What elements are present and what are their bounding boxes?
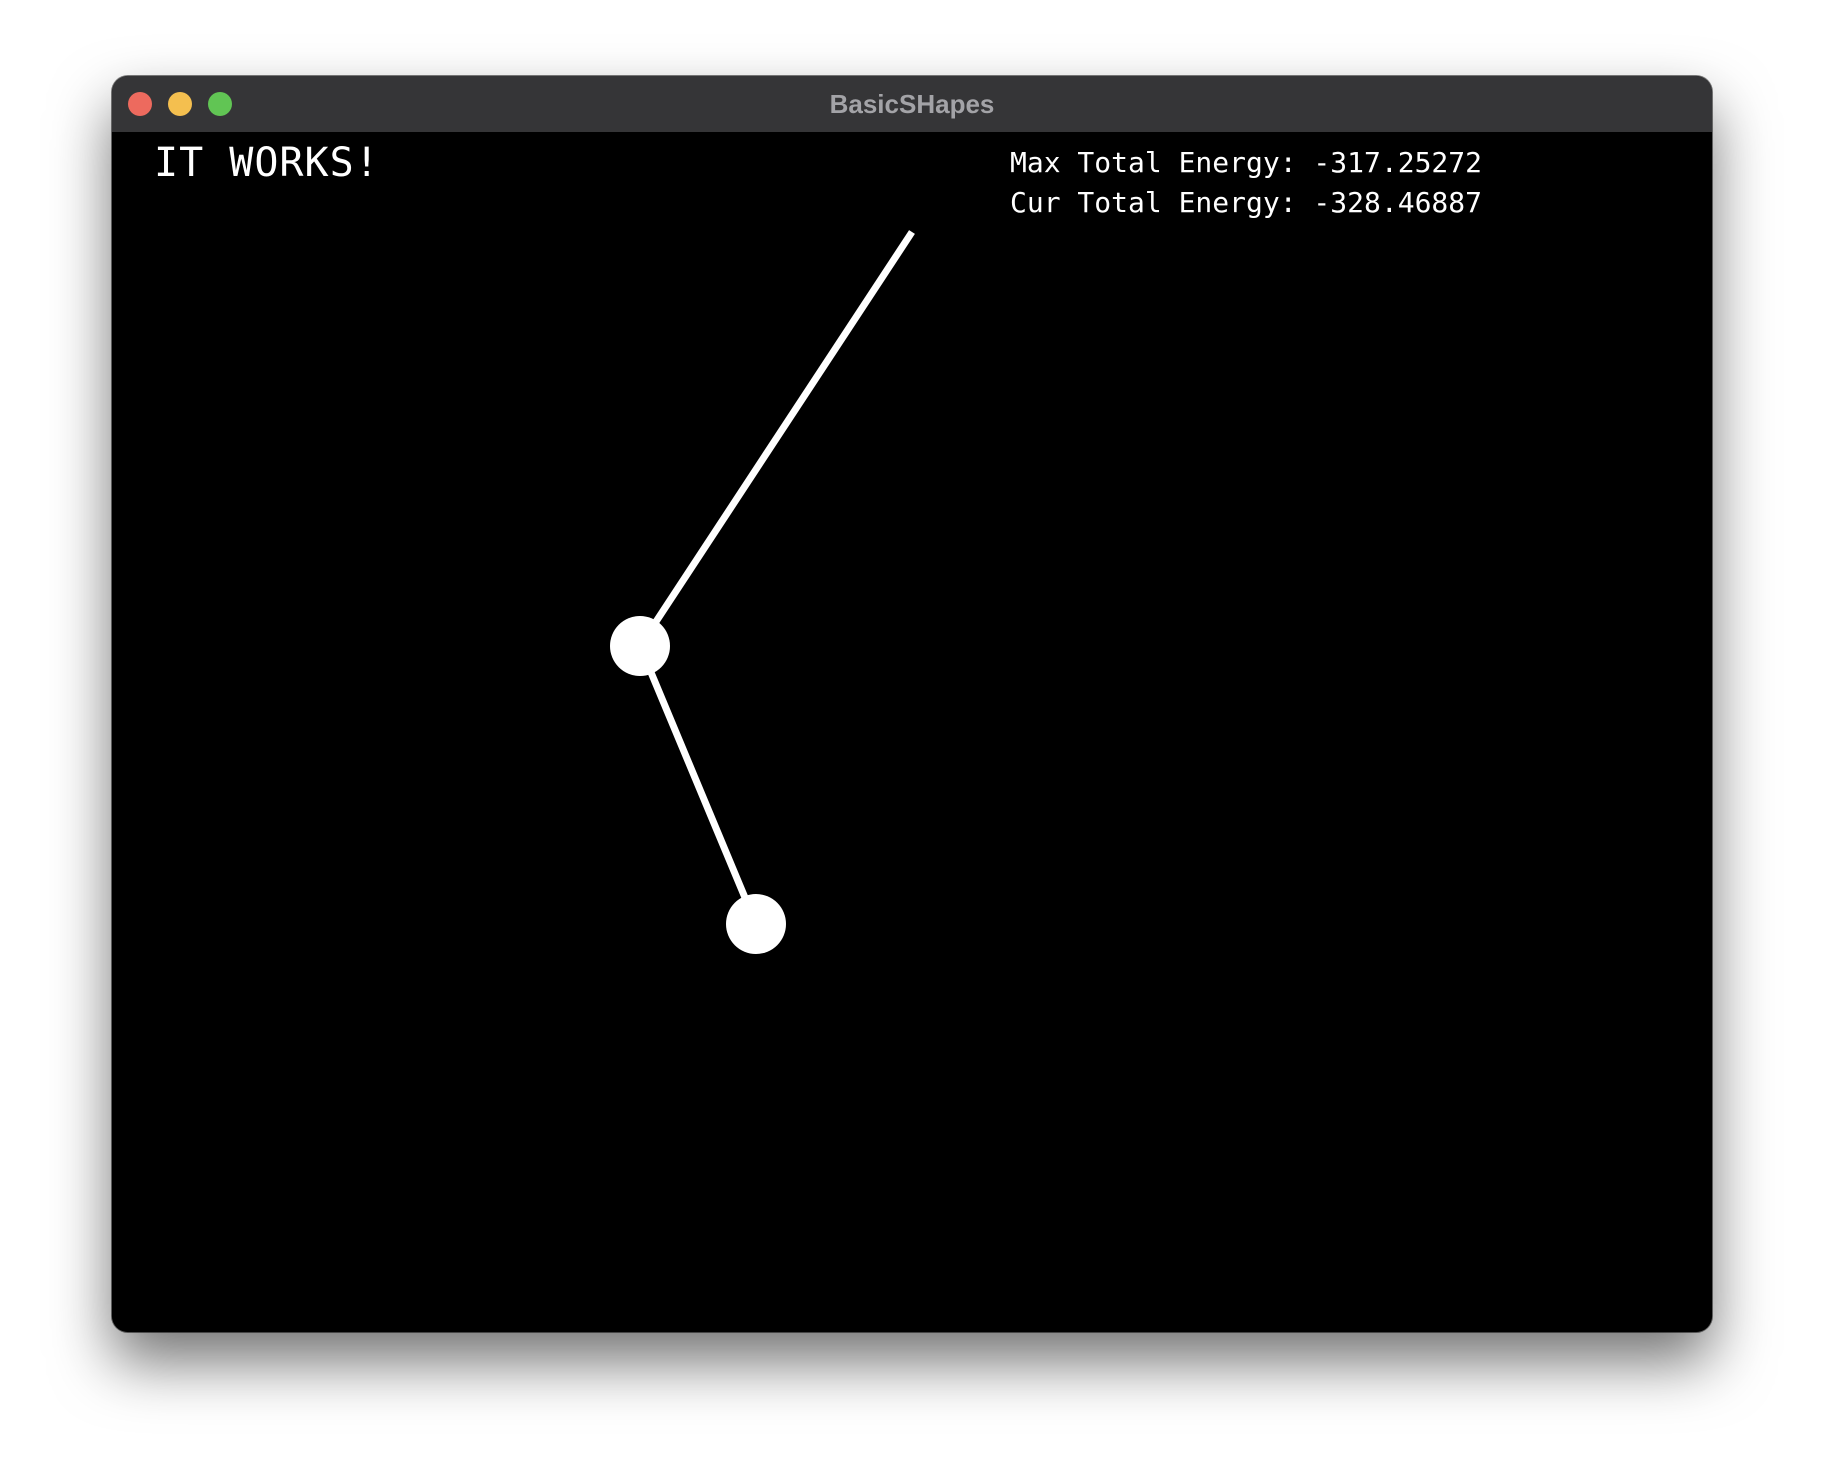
cur-total-energy: Cur Total Energy: -328.46887 <box>1010 186 1483 219</box>
status-text: IT WORKS! <box>154 140 380 186</box>
pendulum-bob-upper <box>610 616 670 676</box>
pendulum-arm-lower <box>636 644 760 926</box>
pendulum-scene <box>610 230 915 954</box>
title-bar[interactable]: BasicSHapes <box>112 76 1712 133</box>
window-title: BasicSHapes <box>829 89 995 119</box>
app-window: BasicSHapes IT WORKS! Max Total Energy: … <box>112 76 1712 1332</box>
pendulum-arm-upper <box>637 230 915 648</box>
render-canvas[interactable]: IT WORKS! Max Total Energy: -317.25272 C… <box>112 132 1712 1332</box>
max-total-energy: Max Total Energy: -317.25272 <box>1010 146 1483 179</box>
pendulum-bob-lower <box>726 894 786 954</box>
